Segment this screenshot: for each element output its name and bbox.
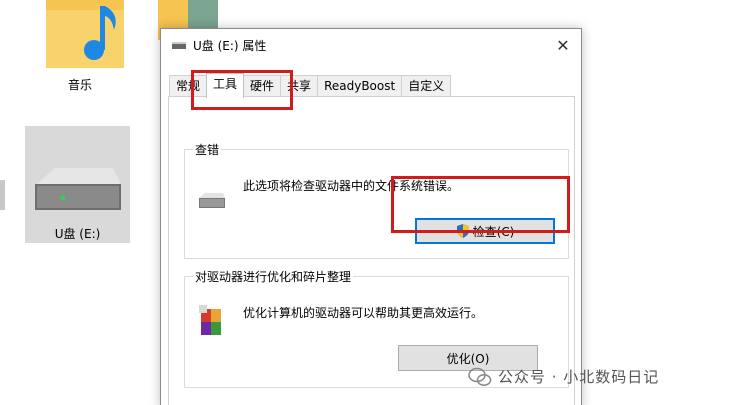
drive-icon [35,168,121,210]
tools-panel: 查错 此选项将检查驱动器中的文件系统错误。 检查(C) 对驱动器进行优化和碎片整… [168,96,575,405]
optimize-title: 对驱动器进行优化和碎片整理 [193,268,354,285]
error-check-title: 查错 [193,141,222,158]
error-check-group: 查错 此选项将检查驱动器中的文件系统错误。 检查(C) [184,141,569,259]
music-folder-label: 音乐 [67,78,92,92]
tab-readyboost[interactable]: ReadyBoost [317,75,403,97]
defrag-icon [199,305,221,335]
tab-sharing[interactable]: 共享 [280,75,319,97]
tab-tools[interactable]: 工具 [206,73,245,98]
tab-bar: 常规 工具 硬件 共享 ReadyBoost 自定义 [169,73,452,98]
check-button-label: 检查(C) [472,224,515,239]
uac-shield-icon [456,224,469,238]
dialog-title: U盘 (E:) 属性 [193,38,267,53]
tab-general[interactable]: 常规 [169,75,208,97]
check-button[interactable]: 检查(C) [415,218,555,244]
usb-drive-label: U盘 (E:) [54,227,101,241]
optimize-button-label: 优化(O) [446,351,490,366]
watermark-text: 公众号 · 小北数码日记 [498,368,660,386]
optimize-description: 优化计算机的驱动器可以帮助其更高效运行。 [243,306,484,320]
properties-dialog: U盘 (E:) 属性 ✕ 常规 工具 硬件 共享 ReadyBoost 自定义 … [160,28,582,405]
watermark: 公众号 · 小北数码日记 [468,366,659,387]
music-folder-icon [46,0,124,68]
drive-icon [199,193,225,208]
sidebar-edge [0,140,8,240]
error-check-description: 此选项将检查驱动器中的文件系统错误。 [243,179,460,193]
wechat-icon [468,367,492,386]
tab-customize[interactable]: 自定义 [401,75,452,97]
dialog-titlebar[interactable]: U盘 (E:) 属性 ✕ [161,29,581,61]
close-button[interactable]: ✕ [545,29,581,61]
close-icon: ✕ [556,35,570,55]
tab-hardware[interactable]: 硬件 [243,75,282,97]
usb-drive-icon [172,42,186,49]
